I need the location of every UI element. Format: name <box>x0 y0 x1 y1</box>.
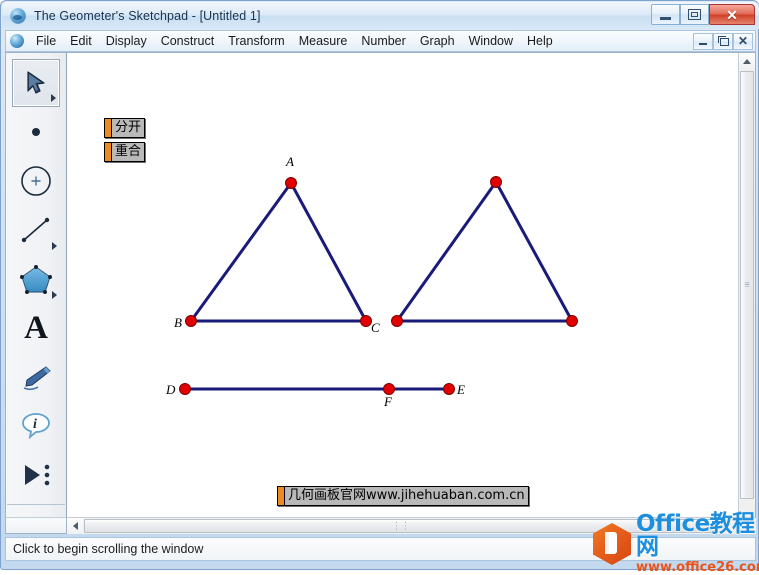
point-apex-2 <box>490 176 502 188</box>
mdi-minimize-icon <box>699 42 707 45</box>
scroll-up-arrow-icon <box>743 58 751 64</box>
point-a <box>285 177 297 189</box>
vertical-scroll-thumb[interactable]: ≡ <box>740 71 754 499</box>
compass-circle-tool[interactable] <box>12 157 60 205</box>
maximize-icon <box>688 9 701 20</box>
vertical-scrollbar[interactable]: ≡ <box>738 53 755 532</box>
coincide-button-label: 重合 <box>115 144 142 159</box>
point-c <box>360 315 372 327</box>
point-left-2 <box>391 315 403 327</box>
window-title: The Geometer's Sketchpad - [Untitled 1] <box>34 8 261 23</box>
maximize-button[interactable] <box>680 4 709 25</box>
geometry-drawing <box>179 176 578 395</box>
custom-tools[interactable] <box>12 451 60 499</box>
circle-compass-icon <box>21 166 51 196</box>
information-tool[interactable]: i <box>12 402 60 450</box>
point-d <box>179 383 191 395</box>
button-accent-bar <box>278 487 285 505</box>
menu-item-help[interactable]: Help <box>520 32 560 50</box>
line-segment-icon <box>21 217 50 243</box>
info-balloon-icon: i <box>22 413 50 440</box>
menu-bar: File Edit Display Construct Transform Me… <box>5 30 756 52</box>
close-icon: ✕ <box>726 6 738 23</box>
mdi-close-icon: ✕ <box>737 34 749 48</box>
work-area: A i A B C D F E 分开 重合 几何画板官网www.jihehuab… <box>5 52 756 534</box>
scroll-up-button[interactable] <box>739 53 755 69</box>
status-message: Click to begin scrolling the window <box>13 542 204 556</box>
mdi-restore-button[interactable] <box>713 32 733 50</box>
polygon-tool[interactable] <box>12 255 60 303</box>
point-tool[interactable] <box>12 108 60 156</box>
point-b <box>185 315 197 327</box>
tool-palette: A i <box>5 52 67 533</box>
toolbar-footer <box>5 517 67 534</box>
mdi-window-controls: ✕ <box>693 32 753 50</box>
scroll-thumb-grip-icon: ⋮⋮ <box>392 520 410 531</box>
menu-item-window[interactable]: Window <box>462 32 520 50</box>
label-point-d: D <box>166 382 176 397</box>
menu-item-file[interactable]: File <box>29 32 63 50</box>
toolbar-divider <box>7 504 65 505</box>
point-e <box>443 383 455 395</box>
svg-text:i: i <box>33 417 37 432</box>
straightedge-tool[interactable] <box>12 206 60 254</box>
triangle-right <box>395 181 574 323</box>
arrow-cursor-icon <box>27 71 45 94</box>
coincide-button[interactable]: 重合 <box>104 142 146 162</box>
website-button-label: 几何画板官网www.jihehuaban.com.cn <box>288 488 525 503</box>
document-globe-icon <box>10 34 24 48</box>
point-f <box>383 383 395 395</box>
title-bar: The Geometer's Sketchpad - [Untitled 1] … <box>2 2 759 29</box>
menu-item-edit[interactable]: Edit <box>63 32 99 50</box>
sketch-canvas[interactable]: A B C D F E 分开 重合 几何画板官网www.jihehuaban.c <box>67 53 738 516</box>
arrow-select-tool[interactable] <box>12 59 60 107</box>
sketch-points <box>179 176 578 395</box>
scrollbar-corner <box>739 517 756 534</box>
label-point-c: C <box>371 320 380 335</box>
marker-tool[interactable] <box>12 353 60 401</box>
sketchpad-globe-icon <box>10 7 26 24</box>
separate-button-label: 分开 <box>115 120 142 135</box>
website-button[interactable]: 几何画板官网www.jihehuaban.com.cn <box>277 486 529 506</box>
mdi-close-button[interactable]: ✕ <box>733 32 753 50</box>
pentagon-icon <box>20 265 52 294</box>
play-triangle-dots-icon <box>25 464 50 486</box>
pencil-marker-icon <box>23 366 51 391</box>
label-point-f: F <box>384 394 392 409</box>
scroll-thumb-grip-icon: ≡ <box>744 279 750 290</box>
point-dot-icon <box>32 128 40 136</box>
application-window: The Geometer's Sketchpad - [Untitled 1] … <box>0 0 759 570</box>
minimize-button[interactable] <box>651 4 680 25</box>
mdi-minimize-button[interactable] <box>693 32 713 50</box>
minimize-icon <box>660 14 671 20</box>
menu-item-measure[interactable]: Measure <box>292 32 355 50</box>
menu-item-transform[interactable]: Transform <box>221 32 292 50</box>
horizontal-scrollbar[interactable]: ⋮⋮ <box>67 517 739 534</box>
polygon-tool-flyout-icon[interactable] <box>52 291 57 299</box>
window-controls: ✕ <box>651 4 755 25</box>
point-right-2 <box>566 315 578 327</box>
menu-item-graph[interactable]: Graph <box>413 32 462 50</box>
text-tool[interactable]: A <box>12 304 60 352</box>
horizontal-scroll-thumb[interactable]: ⋮⋮ <box>84 519 718 533</box>
scroll-left-arrow-icon <box>72 522 78 530</box>
triangle-abc <box>189 182 368 323</box>
label-point-a: A <box>286 154 294 169</box>
mdi-restore-icon <box>717 36 729 46</box>
button-accent-bar <box>105 119 112 137</box>
label-point-b: B <box>174 315 182 330</box>
scroll-left-button[interactable] <box>67 518 83 534</box>
straightedge-tool-flyout-icon[interactable] <box>52 242 57 250</box>
letter-a-icon: A <box>24 309 48 346</box>
status-bar: Click to begin scrolling the window <box>5 537 756 561</box>
label-point-e: E <box>457 382 465 397</box>
menu-item-construct[interactable]: Construct <box>154 32 222 50</box>
separate-button[interactable]: 分开 <box>104 118 146 138</box>
menu-item-number[interactable]: Number <box>354 32 412 50</box>
sketch-canvas-area[interactable]: A B C D F E 分开 重合 几何画板官网www.jihehuaban.c <box>67 52 756 533</box>
close-button[interactable]: ✕ <box>709 4 755 25</box>
arrow-tool-flyout-icon[interactable] <box>51 94 56 102</box>
button-accent-bar <box>105 143 112 161</box>
menu-item-display[interactable]: Display <box>99 32 154 50</box>
